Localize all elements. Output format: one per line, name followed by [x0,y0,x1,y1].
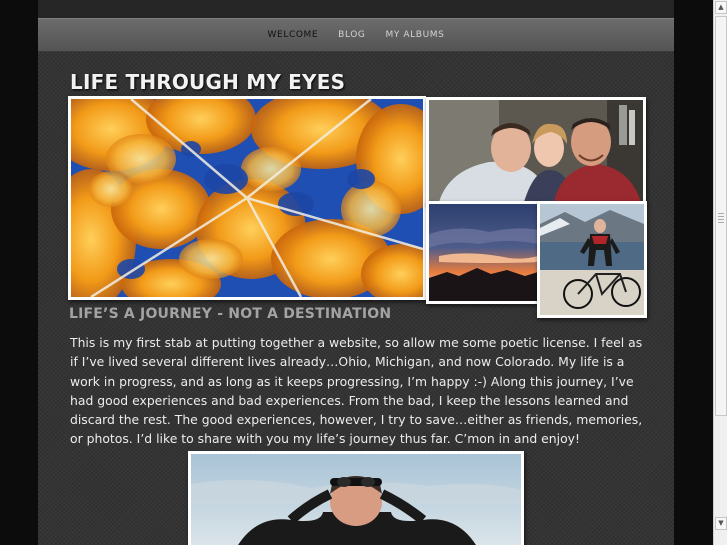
cyclist-lake-image [540,204,644,315]
up-arrow-icon[interactable]: ▲ [715,1,727,14]
nav-my-albums[interactable]: MY ALBUMS [386,30,445,40]
aspen-trees-photo [68,96,426,300]
main-nav: WELCOME BLOG MY ALBUMS [38,18,674,52]
swimmer-photo [188,451,524,545]
site-title: LIFE THROUGH MY EYES [70,70,346,94]
grip-line [718,213,724,214]
page-container: WELCOME BLOG MY ALBUMS LIFE THROUGH MY E… [38,0,674,545]
friends-group-photo [426,97,646,205]
mountain-sunset-photo [426,201,541,304]
page-top-strip [38,0,674,18]
grip-line [718,219,724,220]
site-tagline: LIFE’S A JOURNEY - NOT A DESTINATION [69,306,392,322]
grip-line [718,222,724,223]
down-arrow-icon[interactable]: ▼ [715,517,727,530]
friends-group-image [429,100,643,202]
swimmer-image [191,454,521,545]
aspen-trees-image [71,99,423,297]
mountain-sunset-image [429,204,538,301]
grip-line [718,216,724,217]
cyclist-lake-photo [537,201,647,318]
nav-blog[interactable]: BLOG [338,30,365,40]
intro-paragraph: This is my first stab at putting togethe… [70,335,643,447]
vertical-scrollbar[interactable]: ▲ ▼ [713,0,727,545]
scrollbar-thumb[interactable] [715,16,727,416]
nav-welcome[interactable]: WELCOME [268,30,319,40]
